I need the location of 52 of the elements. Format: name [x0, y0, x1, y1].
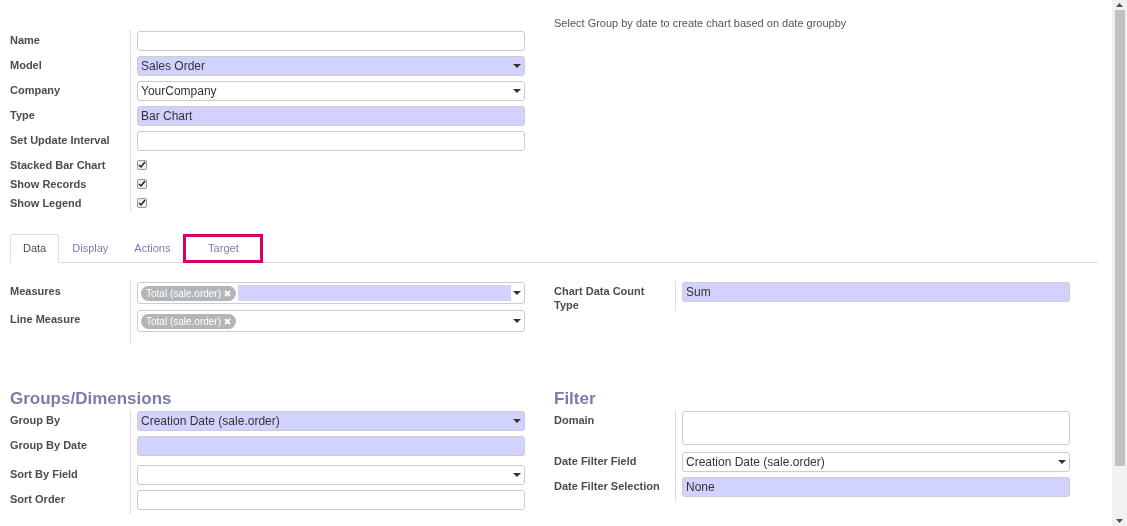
close-icon[interactable] [224, 289, 232, 297]
field-label: Measures [10, 284, 62, 299]
input-area[interactable] [238, 285, 511, 301]
checkbox[interactable] [137, 179, 147, 189]
field-label: Date Filter Selection [554, 479, 661, 494]
section-heading: Groups/Dimensions [10, 389, 173, 409]
input-field[interactable] [137, 131, 525, 151]
select-field[interactable]: Sales Order [137, 56, 525, 76]
input-field[interactable] [137, 436, 525, 456]
field-label: Sort By Field [10, 467, 79, 482]
field-label: Domain [554, 413, 596, 428]
field-label: Company [10, 83, 62, 98]
field-label: Group By [10, 413, 62, 428]
field-label: Model [10, 58, 43, 73]
select-field[interactable]: YourCompany [137, 81, 525, 101]
field-label: Show Legend [10, 196, 83, 211]
input-field[interactable]: Bar Chart [137, 106, 525, 126]
hint-text: Select Group by date to create chart based on date groupby [554, 16, 847, 31]
close-icon[interactable] [224, 317, 232, 325]
input-field[interactable] [137, 31, 525, 51]
caret-icon [513, 291, 521, 295]
field-label: Stacked Bar Chart [10, 158, 107, 173]
input-field[interactable] [137, 490, 525, 510]
input-field[interactable]: Sum [682, 282, 1070, 302]
input-field[interactable]: None [682, 477, 1070, 497]
select-field[interactable]: Creation Date (sale.order) [682, 452, 1070, 472]
checkbox[interactable] [137, 198, 147, 208]
caret-icon [513, 419, 521, 423]
caret-icon [513, 64, 521, 68]
select-field[interactable] [137, 465, 525, 485]
scrollbar-drawing[interactable] [1112, 0, 1127, 526]
tab[interactable]: Display [59, 234, 122, 263]
checkbox[interactable] [137, 160, 147, 170]
tab[interactable]: Data [10, 234, 60, 263]
field-label: Show Records [10, 177, 88, 192]
field-label: Chart Data Count Type [554, 284, 646, 311]
tab[interactable]: Actions [121, 234, 184, 263]
field-label: Sort Order [10, 492, 66, 507]
caret-icon [513, 473, 521, 477]
field-label: Set Update Interval [10, 133, 111, 148]
caret-icon [513, 319, 521, 323]
section-heading: Filter [554, 389, 597, 409]
caret-icon [1058, 460, 1066, 464]
field-label: Type [10, 108, 36, 123]
field-label: Date Filter Field [554, 454, 638, 469]
field-label: Name [10, 33, 41, 48]
caret-icon [513, 89, 521, 93]
field-label: Group By Date [10, 438, 88, 453]
text-area[interactable] [682, 411, 1070, 445]
field-label: Line Measure [10, 312, 82, 327]
select-field[interactable]: Creation Date (sale.order) [137, 411, 525, 431]
tab[interactable]: Target [183, 234, 264, 263]
